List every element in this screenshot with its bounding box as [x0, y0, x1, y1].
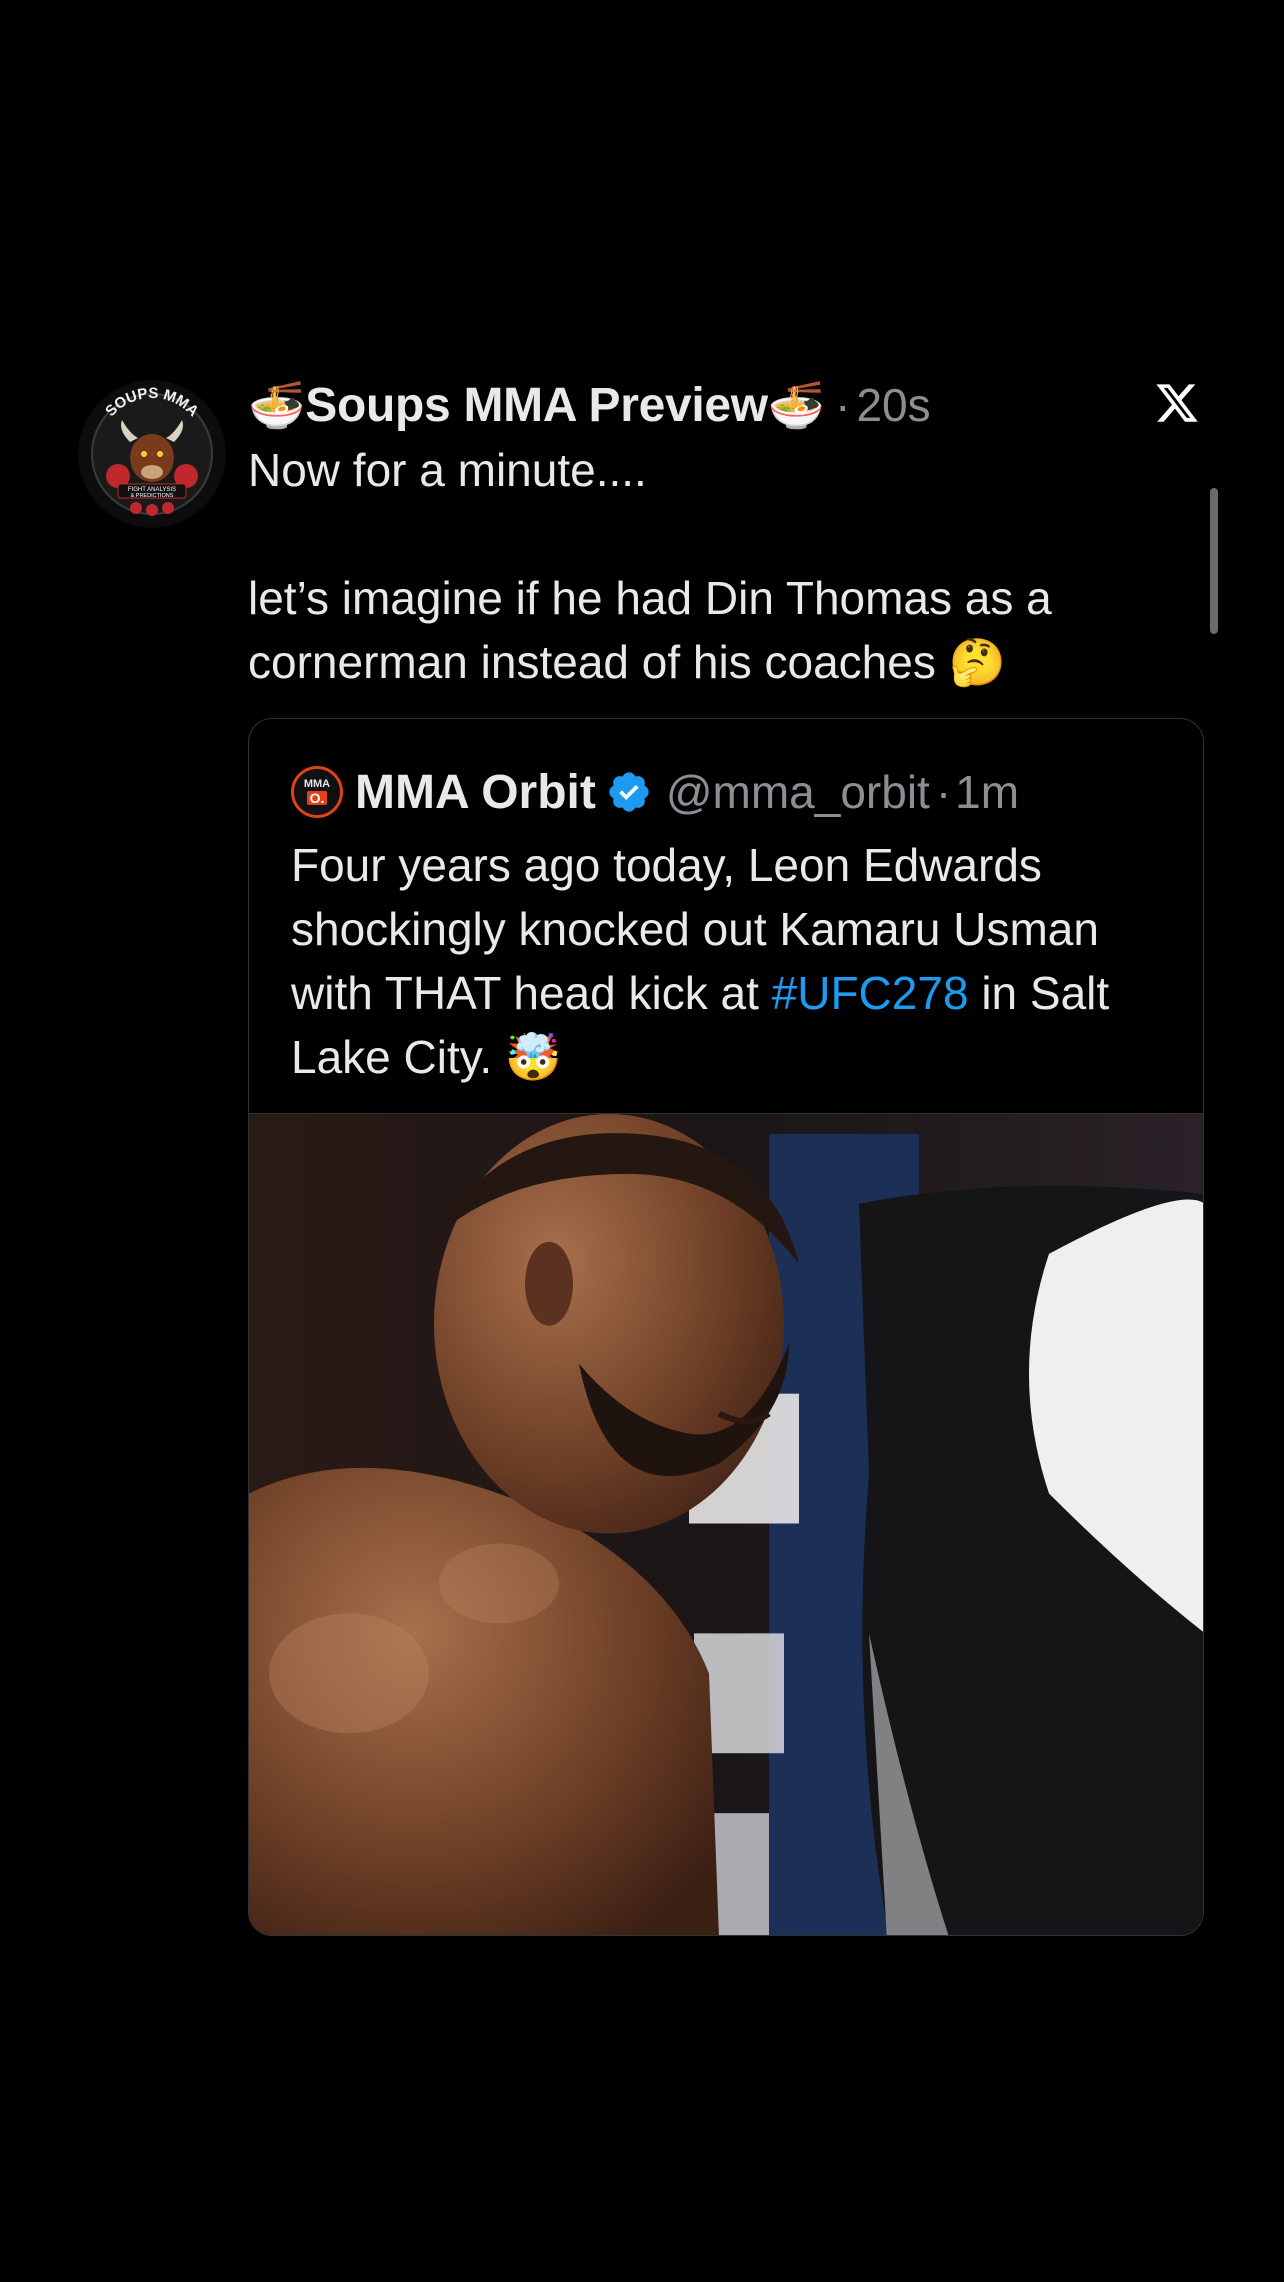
fighter-video-frame [249, 1114, 1203, 1935]
mind-blown-emoji: 🤯 [504, 1030, 563, 1084]
author-avatar[interactable]: SOUPS MMA FIGHT ANALYSIS & PREDICTIONS [78, 380, 226, 528]
post-text-body: let’s imagine if he had Din Thomas as a … [248, 572, 1052, 688]
quoted-post-timestamp[interactable]: 1m [955, 765, 1019, 819]
thinking-emoji: 🤔 [948, 635, 1006, 689]
quoted-author-avatar[interactable]: MMA O. [291, 766, 343, 818]
quoted-text-body: Four years ago today, Leon Edwards shock… [291, 839, 1099, 1019]
avatar-bottom-text-2: & PREDICTIONS [131, 493, 174, 499]
close-button[interactable] [1150, 376, 1204, 430]
quoted-post-card[interactable]: MMA O. MMA Orbit @mma_orbit · 1m Four ye… [248, 718, 1204, 1936]
post-timestamp[interactable]: 20s [856, 378, 930, 432]
header-separator: · [835, 379, 851, 431]
quoted-post-video[interactable] [249, 1113, 1203, 1935]
post-text: Now for a minute.... let’s imagine if he… [248, 438, 1148, 694]
author-display-name[interactable]: Soups MMA Preview [305, 378, 768, 433]
post-text-line-1: Now for a minute.... [248, 444, 647, 496]
soups-mma-logo: SOUPS MMA FIGHT ANALYSIS & PREDICTIONS [80, 382, 224, 526]
post-text-line-2: let’s imagine if he had Din Thomas as a … [248, 566, 1148, 694]
x-logo-close-icon [1156, 384, 1198, 422]
hashtag-link[interactable]: #UFC278 [772, 967, 969, 1019]
quoted-header-separator: · [935, 766, 952, 818]
logo-top-text: MMA [303, 778, 331, 790]
post-header: 🍜 Soups MMA Preview 🍜 · 20s [248, 372, 931, 438]
verified-badge-icon [609, 772, 649, 812]
bowl-emoji-right: 🍜 [767, 378, 826, 432]
logo-bottom-text: O. [306, 791, 328, 805]
quoted-author-handle[interactable]: @mma_orbit [666, 765, 930, 819]
bowl-emoji-left: 🍜 [248, 378, 306, 432]
quoted-post-text: Four years ago today, Leon Edwards shock… [291, 833, 1171, 1089]
post-viewer-screen: SOUPS MMA FIGHT ANALYSIS & PREDICTIONS 🍜… [0, 0, 1284, 2282]
scrollbar[interactable] [1210, 488, 1218, 634]
quoted-post-header: MMA O. MMA Orbit @mma_orbit · 1m [291, 761, 1019, 823]
quoted-author-name[interactable]: MMA Orbit [355, 765, 596, 820]
